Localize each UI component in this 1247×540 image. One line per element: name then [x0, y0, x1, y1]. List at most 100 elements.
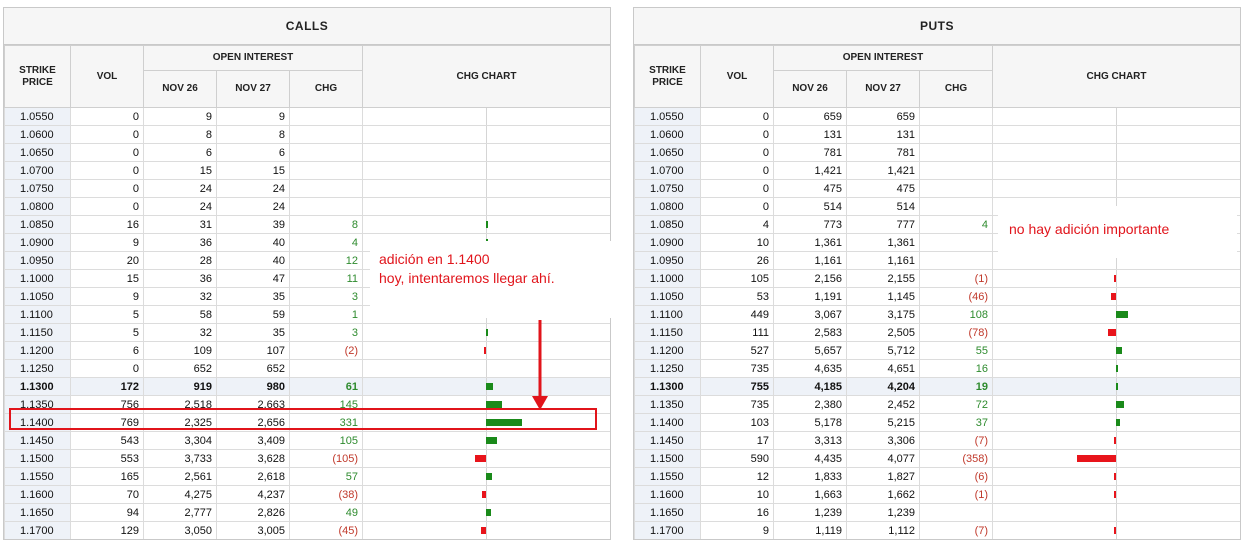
chg-chart-cell	[992, 431, 1240, 450]
nov26-cell: 1,119	[773, 521, 847, 539]
vol-cell: 26	[700, 251, 774, 270]
chg-cell	[918, 125, 994, 144]
vol-cell: 0	[70, 143, 144, 162]
chg-bar-negative	[1114, 275, 1117, 282]
puts-rows: 1.0550 0 659 659 1.0600 0 131 131 1.0650 0 781 781 1…	[634, 107, 1240, 539]
strike-cell: 1.1000	[634, 269, 701, 288]
nov26-cell: 8	[143, 125, 217, 144]
table-row: 1.0550 0 9 9	[4, 107, 610, 126]
chart-axis	[486, 522, 488, 539]
chart-axis	[1116, 144, 1118, 161]
chg-chart-cell	[992, 323, 1240, 342]
chart-axis	[1116, 126, 1118, 143]
strike-cell: 1.1550	[634, 467, 701, 486]
strike-cell: 1.1100	[634, 305, 701, 324]
nov27-cell: 4,077	[846, 449, 920, 468]
nov27-header: NOV 27	[846, 70, 920, 108]
chg-bar-negative	[482, 491, 487, 498]
nov26-cell: 659	[773, 107, 847, 126]
vol-cell: 735	[700, 395, 774, 414]
chg-cell: (7)	[918, 431, 994, 450]
puts-annotation: no hay adición importante	[998, 206, 1237, 258]
chg-cell: (2)	[288, 341, 364, 360]
vol-cell: 9	[70, 287, 144, 306]
chg-cell: 72	[918, 395, 994, 414]
nov26-cell: 2,777	[143, 503, 217, 522]
chg-cell: 4	[918, 215, 994, 234]
vol-cell: 0	[70, 161, 144, 180]
nov26-cell: 32	[143, 323, 217, 342]
chg-cell	[918, 251, 994, 270]
nov26-cell: 24	[143, 179, 217, 198]
nov26-cell: 32	[143, 287, 217, 306]
chg-chart-cell	[992, 143, 1240, 162]
chart-axis	[1116, 432, 1118, 449]
nov27-cell: 9	[216, 107, 290, 126]
chg-bar-negative	[1077, 455, 1117, 462]
chg-chart-cell	[992, 125, 1240, 144]
nov27-cell: 6	[216, 143, 290, 162]
chg-bar-negative	[1114, 491, 1117, 498]
chg-chart-cell	[992, 179, 1240, 198]
nov26-cell: 3,067	[773, 305, 847, 324]
strike-price-header: STRIKE PRICE	[634, 45, 701, 108]
vol-header: VOL	[70, 45, 144, 108]
strike-cell: 1.1400	[634, 413, 701, 432]
vol-cell: 70	[70, 485, 144, 504]
chg-chart-header: CHG CHART	[362, 45, 610, 108]
table-row: 1.1500 553 3,733 3,628 (105)	[4, 449, 610, 468]
chg-cell	[918, 161, 994, 180]
vol-cell: 0	[700, 143, 774, 162]
table-row: 1.1400 103 5,178 5,215 37	[634, 413, 1240, 432]
nov27-cell: 24	[216, 179, 290, 198]
nov27-cell: 1,827	[846, 467, 920, 486]
annotation-arrow	[532, 320, 548, 410]
strike-cell: 1.0900	[4, 233, 71, 252]
chg-cell: 16	[918, 359, 994, 378]
chg-bar-positive	[486, 221, 489, 228]
strike-cell: 1.1500	[4, 449, 71, 468]
table-row: 1.1250 735 4,635 4,651 16	[634, 359, 1240, 378]
nov27-cell: 1,145	[846, 287, 920, 306]
nov27-cell: 3,175	[846, 305, 920, 324]
nov27-cell: 1,421	[846, 161, 920, 180]
nov26-cell: 2,156	[773, 269, 847, 288]
chg-bar-positive	[1116, 347, 1123, 354]
table-row: 1.0600 0 131 131	[634, 125, 1240, 144]
chg-chart-cell	[992, 503, 1240, 522]
chg-bar-negative	[1114, 527, 1117, 534]
vol-cell: 0	[700, 107, 774, 126]
table-row: 1.0600 0 8 8	[4, 125, 610, 144]
nov26-cell: 1,191	[773, 287, 847, 306]
nov26-cell: 24	[143, 197, 217, 216]
nov26-cell: 475	[773, 179, 847, 198]
vol-cell: 735	[700, 359, 774, 378]
chart-axis	[486, 126, 488, 143]
nov26-cell: 1,361	[773, 233, 847, 252]
chg-cell	[918, 107, 994, 126]
strike-cell: 1.0650	[634, 143, 701, 162]
table-row: 1.1250 0 652 652	[4, 359, 610, 378]
puts-table: STRIKE PRICE VOL OPEN INTEREST CHG CHART…	[634, 45, 1240, 539]
nov26-cell: 36	[143, 269, 217, 288]
chart-axis	[486, 360, 488, 377]
table-row: 1.1200 6 109 107 (2)	[4, 341, 610, 360]
nov26-cell: 3,313	[773, 431, 847, 450]
nov27-cell: 4,204	[846, 377, 920, 396]
table-row: 1.1450 543 3,304 3,409 105	[4, 431, 610, 450]
nov27-cell: 2,505	[846, 323, 920, 342]
nov26-cell: 1,421	[773, 161, 847, 180]
chart-axis	[1116, 468, 1118, 485]
vol-cell: 0	[700, 197, 774, 216]
nov26-cell: 2,583	[773, 323, 847, 342]
chart-axis	[1116, 288, 1118, 305]
nov26-cell: 58	[143, 305, 217, 324]
table-row: 1.1700 9 1,119 1,112 (7)	[634, 521, 1240, 539]
vol-cell: 0	[70, 179, 144, 198]
vol-cell: 103	[700, 413, 774, 432]
nov27-cell: 777	[846, 215, 920, 234]
strike-cell: 1.1250	[4, 359, 71, 378]
chg-chart-cell	[362, 467, 610, 486]
table-row: 1.1300 755 4,185 4,204 19	[634, 377, 1240, 396]
strike-cell: 1.1150	[4, 323, 71, 342]
